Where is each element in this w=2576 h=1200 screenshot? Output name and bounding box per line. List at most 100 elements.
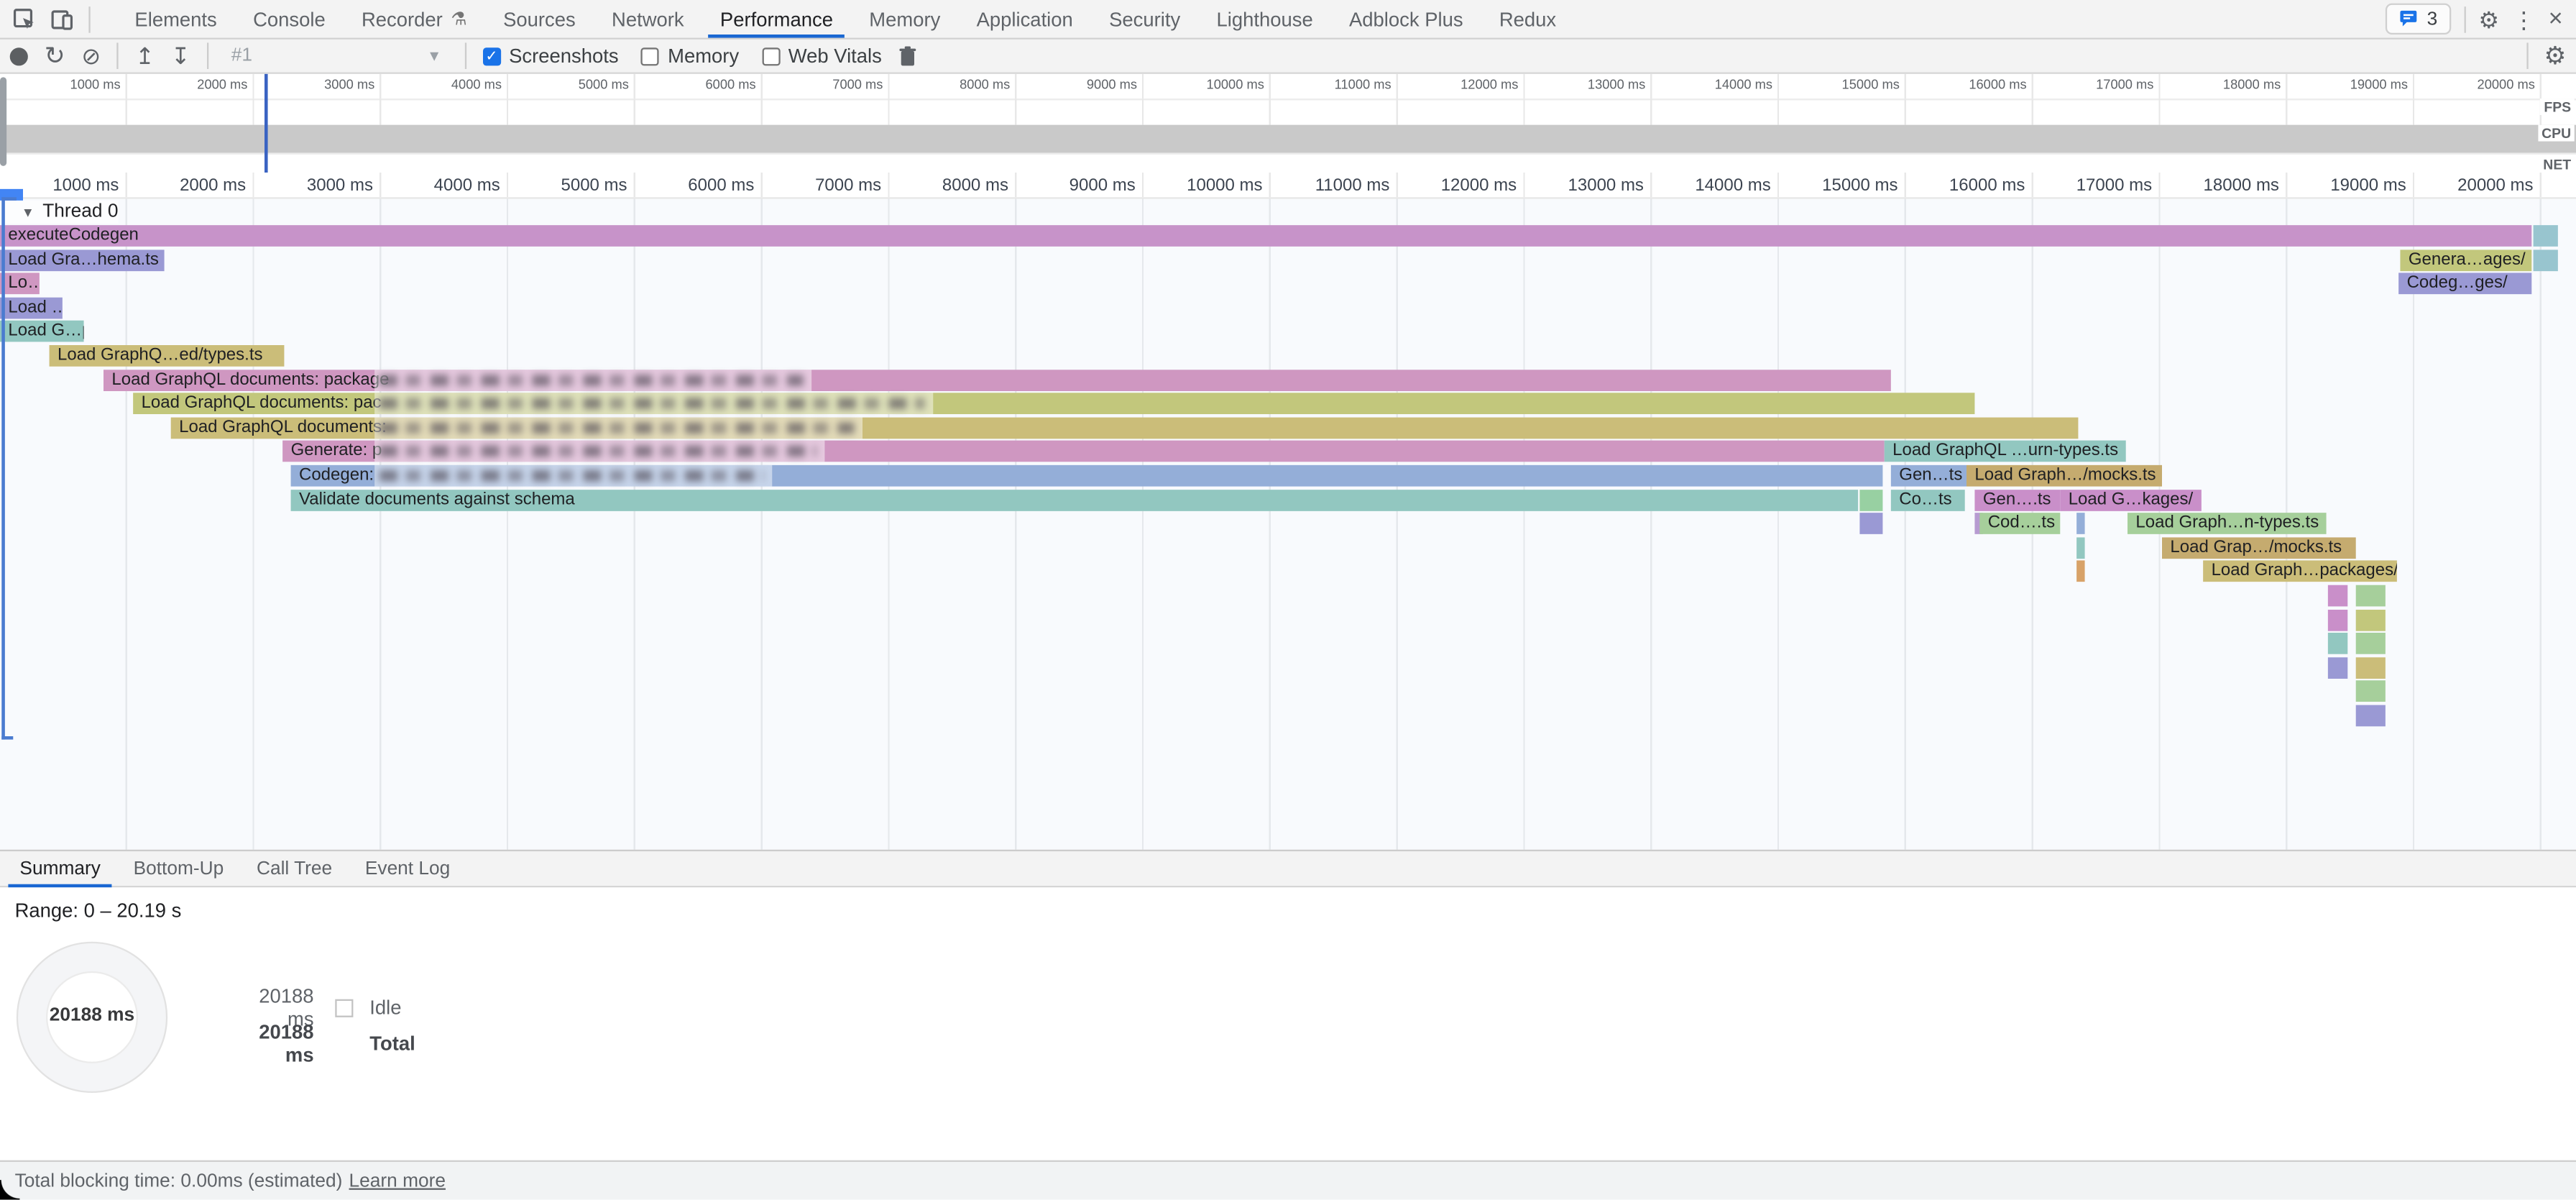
fps-lane-label: FPS [2541,98,2575,114]
flame-bar[interactable]: Load Gra…hema.ts [0,249,165,270]
details-tab-summary[interactable]: Summary [4,851,117,886]
ruler-tick-label: 17000 ms [2004,176,2152,196]
save-profile-button[interactable]: ↧ [171,45,190,68]
flame-bar-small[interactable] [2328,633,2347,654]
flame-bar-small[interactable] [2356,585,2386,607]
flame-bar[interactable]: Gen…ts [1891,465,1966,487]
separator [88,6,90,32]
overview-tick-label: 10000 ms [1133,77,1264,92]
capture-settings-gear-icon[interactable]: ⚙ [2544,44,2567,68]
flame-bar-small[interactable] [2076,537,2084,559]
flame-bar[interactable]: Load …s.ts [0,297,63,319]
flame-bar-small[interactable] [2076,561,2084,582]
flame-bar[interactable]: Gen….ts [1974,489,2060,510]
legend-label: Idle [369,996,401,1019]
flame-bar-small[interactable] [1859,513,1882,535]
tab-sources[interactable]: Sources [485,0,594,38]
flame-bar[interactable]: Validate documents against schema [291,489,1859,510]
flame-bar-small[interactable] [2356,657,2386,679]
profile-select[interactable]: #1 ▼ [225,46,448,65]
separator [117,42,119,69]
reload-and-record-button[interactable]: ↻ [45,44,65,68]
flame-bar[interactable]: executeCodegen [0,225,2531,247]
selection-bracket [1,197,5,739]
thread-header[interactable]: ▼ Thread 0 [0,201,118,224]
settings-gear-icon[interactable]: ⚙ [2478,7,2499,30]
flame-chart[interactable]: ▼ Thread 0 executeCodegenLoad Gra…hema.t… [0,197,2576,849]
record-button[interactable] [10,47,28,65]
flame-bar[interactable]: Load GraphQ…ed/types.ts [50,345,285,367]
flame-bar[interactable]: Load G…pes.ts [0,321,84,343]
overview-tick-label: 15000 ms [1768,77,1900,92]
flame-bar-small[interactable] [2328,657,2347,679]
flame-bar-small[interactable] [2328,609,2347,631]
tab-console[interactable]: Console [235,0,344,38]
screenshots-checkbox[interactable]: ✓ [482,47,500,65]
range-label: Range: 0 – 20.19 s [15,899,182,922]
cpu-lane-label: CPU [2539,124,2575,141]
flame-bar-small[interactable] [2328,585,2347,607]
ruler-tick-label: 18000 ms [2131,176,2279,196]
device-toolbar-icon[interactable] [51,7,74,30]
flame-bar[interactable]: Cod….ts [1979,513,2060,535]
web-vitals-checkbox[interactable] [762,47,780,65]
overview-tick-label: 12000 ms [1387,77,1519,92]
tab-lighthouse[interactable]: Lighthouse [1198,0,1331,38]
flame-bar[interactable]: Load GraphQL …urn-types.ts [1885,441,2126,462]
flame-bar[interactable]: Co…ts [1891,489,1965,510]
flame-bar[interactable]: Load Graph…packages/ [2203,561,2397,582]
overview-left-drag-handle[interactable] [0,77,6,165]
flame-bar[interactable]: Genera…ages/ [2400,249,2531,270]
flame-bar-small[interactable] [2076,513,2084,535]
flame-bar-small[interactable] [2534,225,2558,247]
details-tab-call-tree[interactable]: Call Tree [240,851,349,886]
flame-bar[interactable]: Load G…kages/ [2060,489,2202,510]
flame-bar-small[interactable] [2534,249,2558,270]
timeline-overview[interactable]: 1000 ms2000 ms3000 ms4000 ms5000 ms6000 … [0,74,2576,173]
overview-tick-label: 19000 ms [2276,77,2408,92]
issues-button[interactable]: 3 [2386,4,2450,35]
overview-tick-label: 13000 ms [1514,77,1645,92]
legend-swatch-placeholder [335,1035,353,1053]
flame-bar-small[interactable] [2356,633,2386,654]
tab-security[interactable]: Security [1091,0,1198,38]
collapse-triangle-icon[interactable]: ▼ [22,205,34,220]
tab-application[interactable]: Application [958,0,1090,38]
flame-bar[interactable]: Load Grap…/mocks.ts [2162,537,2356,559]
tab-elements[interactable]: Elements [116,0,235,38]
tab-recorder[interactable]: Recorder⚗ [344,0,485,38]
legend-swatch [335,999,353,1017]
tab-network[interactable]: Network [594,0,702,38]
flame-bar[interactable]: Lo…s [0,273,40,295]
overview-tick-label: 2000 ms [116,77,248,92]
inspect-controls [0,6,107,32]
overview-cpu-lane [0,125,2576,153]
tab-performance[interactable]: Performance [702,0,851,38]
tab-adblock-plus[interactable]: Adblock Plus [1331,0,1481,38]
flame-bar[interactable]: Load Graph…n-types.ts [2128,513,2327,535]
flame-bar-small[interactable] [1859,489,1882,510]
flame-bar[interactable]: Codeg…ges/ [2398,273,2531,295]
overview-tick-label: 1000 ms [0,77,121,92]
flame-bar-small[interactable] [2356,705,2386,727]
redacted-text-blur [374,417,862,439]
inspect-element-icon[interactable] [13,7,36,30]
tab-redux[interactable]: Redux [1481,0,1575,38]
flame-bar[interactable]: Load Graph…/mocks.ts [1966,465,2162,487]
details-tab-event-log[interactable]: Event Log [349,851,466,886]
tab-memory[interactable]: Memory [851,0,958,38]
flame-bar-small[interactable] [2356,681,2386,702]
flame-bar[interactable]: Load GraphQL documents: package [104,369,1891,390]
memory-checkbox[interactable] [642,47,660,65]
flame-bar-small[interactable] [2356,609,2386,631]
garbage-collect-icon[interactable] [898,45,916,67]
ruler-tick-label: 8000 ms [860,176,1008,196]
more-menu-icon[interactable]: ⋮ [2512,7,2535,30]
close-icon[interactable]: × [2549,6,2563,31]
clear-button[interactable]: ⊘ [81,45,101,68]
learn-more-link[interactable]: Learn more [349,1171,446,1191]
load-profile-button[interactable]: ↥ [135,45,155,68]
ruler-tick-label: 2000 ms [98,176,246,196]
details-tab-bottom-up[interactable]: Bottom-Up [117,851,240,886]
overview-tick-label: 17000 ms [2023,77,2154,92]
